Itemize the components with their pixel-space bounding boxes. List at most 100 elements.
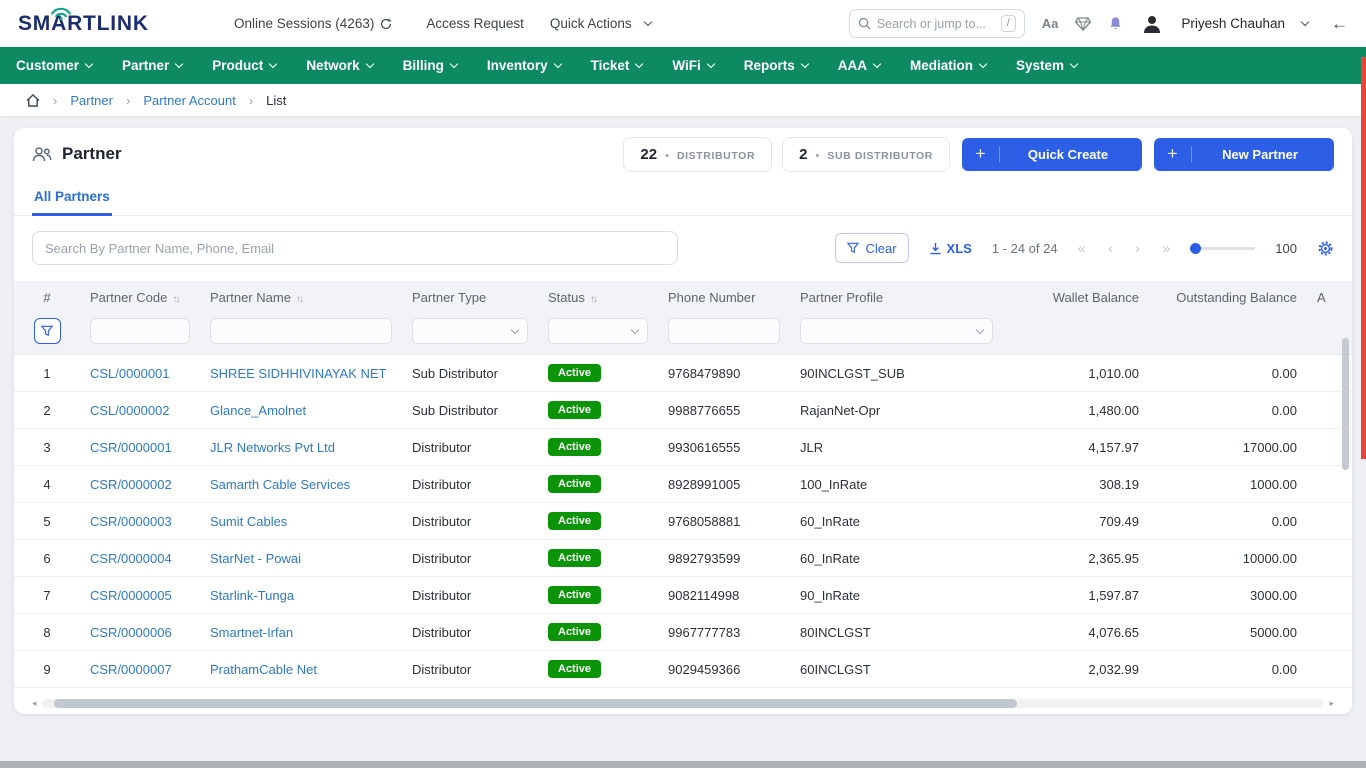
search-shortcut-key: / [1001,15,1016,32]
refresh-icon[interactable] [380,18,392,30]
partner-code-link[interactable]: CSR/0000007 [90,662,172,677]
nav-item[interactable]: Billing [403,58,457,73]
scroll-right-icon[interactable]: ▸ [1329,699,1334,708]
table-row: 6 CSR/0000004 StarNet - Powai Distributo… [14,540,1352,577]
nav-item-label: Partner [122,58,169,73]
nav-item[interactable]: WiFi [672,58,713,73]
global-search[interactable]: / [849,9,1025,38]
vertical-scrollbar-thumb[interactable] [1342,338,1349,470]
search-icon [858,17,871,30]
partner-name-link[interactable]: PrathamCable Net [210,662,317,677]
access-request-link[interactable]: Access Request [426,16,524,31]
table-row: 8 CSR/0000006 Smartnet-Irfan Distributor… [14,614,1352,651]
table-settings-gear-icon[interactable] [1317,240,1334,257]
export-xls-button[interactable]: XLS [929,241,972,256]
breadcrumb-link-partner-account[interactable]: Partner Account [143,93,236,108]
filter-phone-input[interactable] [668,318,780,344]
nav-item[interactable]: AAA [838,58,880,73]
breadcrumb-link-partner[interactable]: Partner [70,93,113,108]
col-status[interactable]: Status↑↓ [538,281,658,314]
filter-funnel-button[interactable] [34,318,61,344]
partner-code-link[interactable]: CSR/0000005 [90,588,172,603]
sort-icon[interactable]: ↑↓ [172,294,178,305]
outstanding-balance: 1000.00 [1149,466,1307,503]
clear-filters-button[interactable]: Clear [835,233,908,263]
slider-thumb[interactable] [1190,243,1201,254]
pagination-controls: « ‹ › » [1078,241,1171,256]
partner-search-input[interactable] [32,231,678,265]
nav-item[interactable]: Mediation [910,58,986,73]
nav-item[interactable]: Reports [744,58,808,73]
quick-actions-menu[interactable]: Quick Actions [550,16,651,31]
row-index: 5 [14,503,80,540]
quick-create-button[interactable]: + Quick Create [962,138,1142,171]
chevron-down-icon [1070,59,1078,67]
filter-partner-name-input[interactable] [210,318,392,344]
text-size-toggle[interactable]: Aa [1042,16,1059,31]
scroll-left-icon[interactable]: ◂ [32,699,37,708]
tab-all-partners[interactable]: All Partners [32,189,112,216]
partner-code-link[interactable]: CSR/0000006 [90,625,172,640]
chevron-down-icon [707,59,715,67]
filter-partner-type-select[interactable] [412,318,528,344]
partner-code-link[interactable]: CSL/0000001 [90,366,170,381]
page-size-slider[interactable] [1190,243,1255,254]
sort-icon[interactable]: ↑↓ [296,294,302,305]
partner-name-link[interactable]: JLR Networks Pvt Ltd [210,440,335,455]
sort-icon[interactable]: ↑↓ [590,294,596,305]
nav-item[interactable]: Partner [122,58,182,73]
partner-code-link[interactable]: CSR/0000002 [90,477,172,492]
last-page-icon[interactable]: » [1162,241,1170,256]
partner-name-link[interactable]: Smartnet-Irfan [210,625,293,640]
col-partner-name[interactable]: Partner Name↑↓ [200,281,402,314]
nav-item[interactable]: Inventory [487,58,561,73]
partner-code-link[interactable]: CSR/0000001 [90,440,172,455]
previous-page-icon[interactable]: ‹ [1108,241,1113,256]
filter-partner-code-input[interactable] [90,318,190,344]
filter-status-select[interactable] [548,318,648,344]
notifications-bell-icon[interactable] [1108,16,1123,31]
partner-profile: 80INCLGST [790,614,1003,651]
slider-track[interactable] [1199,247,1255,250]
partner-code-link[interactable]: CSL/0000002 [90,403,170,418]
partner-name-link[interactable]: StarNet - Powai [210,551,301,566]
partner-name-link[interactable]: SHREE SIDHHIVINAYAK NET [210,366,387,381]
filter-partner-profile-select[interactable] [800,318,993,344]
home-icon[interactable] [26,94,40,107]
partner-profile: 90INCLGST_SUB [790,355,1003,392]
user-avatar[interactable] [1140,12,1164,36]
back-arrow-icon[interactable]: ← [1331,14,1348,34]
nav-item[interactable]: Network [306,58,372,73]
col-partner-profile: Partner Profile [790,281,1003,314]
first-page-icon[interactable]: « [1078,241,1086,256]
horizontal-scrollbar: ◂ ▸ [32,698,1334,708]
partner-code-link[interactable]: CSR/0000003 [90,514,172,529]
nav-item[interactable]: Product [212,58,276,73]
phone-number: 9930616555 [658,429,790,466]
outstanding-balance: 5000.00 [1149,614,1307,651]
partner-name-link[interactable]: Glance_Amolnet [210,403,306,418]
new-partner-button[interactable]: + New Partner [1154,138,1334,171]
next-page-icon[interactable]: › [1135,241,1140,256]
xls-label: XLS [947,241,972,256]
horizontal-scrollbar-track[interactable] [42,699,1325,708]
page-size-value: 100 [1275,241,1297,256]
partner-code-link[interactable]: CSR/0000004 [90,551,172,566]
partner-card: Partner 22 • DISTRIBUTOR 2 • SUB DISTRIB… [14,128,1352,714]
nav-item-label: Billing [403,58,444,73]
col-partner-code[interactable]: Partner Code↑↓ [80,281,200,314]
user-menu-chevron-icon[interactable] [1301,17,1309,25]
nav-item[interactable]: Ticket [591,58,643,73]
nav-item[interactable]: Customer [16,58,92,73]
nav-item[interactable]: System [1016,58,1077,73]
horizontal-scrollbar-thumb[interactable] [54,699,1016,708]
partner-name-link[interactable]: Starlink-Tunga [210,588,294,603]
user-name[interactable]: Priyesh Chauhan [1181,16,1285,31]
global-search-input[interactable] [877,17,995,31]
smartlink-logo[interactable]: SMARTLINK [18,12,214,36]
chevron-down-icon [450,59,458,67]
theme-icon[interactable] [1075,17,1091,31]
outstanding-balance: 0.00 [1149,355,1307,392]
partner-name-link[interactable]: Sumit Cables [210,514,287,529]
partner-name-link[interactable]: Samarth Cable Services [210,477,350,492]
